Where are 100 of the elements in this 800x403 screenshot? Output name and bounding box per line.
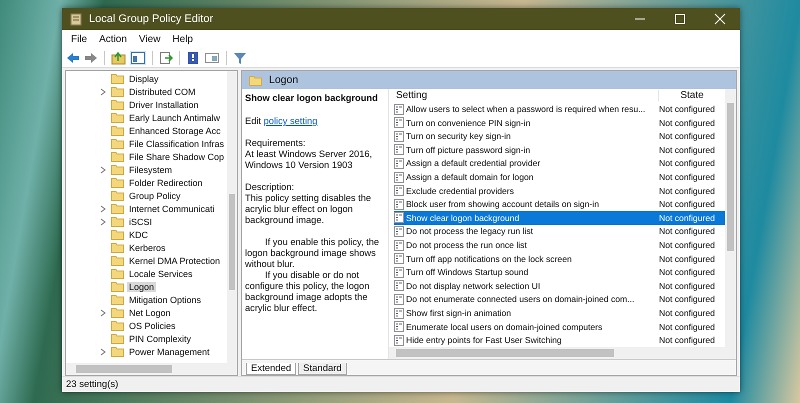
policy-icon xyxy=(394,226,404,237)
properties-view-icon[interactable] xyxy=(204,50,220,64)
menu-item[interactable]: File xyxy=(65,34,94,44)
table-row[interactable]: Exclude credential providers Not configured xyxy=(394,184,725,198)
folder-icon xyxy=(111,138,124,149)
requirements-label: Requirements: xyxy=(245,138,306,149)
table-row[interactable]: Do not process the legacy run list Not configured xyxy=(394,224,725,238)
folder-icon xyxy=(111,99,124,110)
column-header[interactable]: Setting xyxy=(396,90,658,102)
tree-item[interactable]: Early Launch Antimalw xyxy=(127,112,222,122)
tree-item[interactable]: OS Policies xyxy=(127,320,178,330)
setting-state: Not configured xyxy=(659,322,716,332)
tree-item[interactable]: Driver Installation xyxy=(127,100,201,110)
tree-item[interactable]: Folder Redirection xyxy=(127,178,205,188)
chevron-right-icon[interactable] xyxy=(100,166,106,174)
table-row[interactable]: Block user from showing account details on sign-in Not configured xyxy=(394,197,725,212)
export-list-icon[interactable] xyxy=(159,50,173,64)
description-text: This policy setting disables the acrylic blur effect on logon background image. xyxy=(245,193,372,226)
folder-icon xyxy=(111,112,124,123)
table-row[interactable]: Turn off app notifications on the lock screen Not configured xyxy=(394,252,725,266)
policy-setting-link[interactable]: policy setting xyxy=(264,116,318,126)
horizontal-scrollbar[interactable] xyxy=(389,347,725,359)
folder-up-icon[interactable] xyxy=(111,50,126,64)
tree-item[interactable]: KDC xyxy=(127,230,150,240)
tree-item[interactable]: PIN Complexity xyxy=(127,334,194,344)
table-row[interactable]: Do not enumerate connected users on domain-joined com... Not configured xyxy=(394,292,725,306)
setting-state: Not configured xyxy=(659,226,716,236)
tree-item[interactable]: iSCSI xyxy=(127,216,154,226)
tree-item[interactable]: Net Logon xyxy=(127,308,173,318)
policy-icon xyxy=(394,185,404,196)
table-row[interactable]: Enumerate local users on domain-joined computers Not configured xyxy=(394,320,725,334)
policy-icon xyxy=(394,253,404,264)
folder-icon xyxy=(111,73,124,84)
policy-icon xyxy=(394,308,404,319)
tree-toggle-icon[interactable] xyxy=(130,50,146,64)
folder-icon xyxy=(111,125,124,136)
table-row[interactable]: Assign a default domain for logon Not configured xyxy=(394,170,725,184)
tree-item[interactable]: Display xyxy=(127,74,161,84)
table-row[interactable]: Turn on security key sign-in Not configured xyxy=(394,130,725,144)
tree-item[interactable]: Locale Services xyxy=(127,268,195,278)
setting-state: Not configured xyxy=(659,308,716,318)
setting-name: Do not process the run once list xyxy=(406,240,528,250)
table-row[interactable]: Turn on convenience PIN sign-in Not configured xyxy=(394,116,725,130)
tree-item[interactable]: Filesystem xyxy=(127,164,174,174)
folder-icon xyxy=(111,255,124,266)
folder-icon xyxy=(111,203,124,214)
table-row[interactable]: Turn off picture password sign-in Not configured xyxy=(394,143,725,157)
setting-name: Enumerate local users on domain-joined computers xyxy=(406,322,604,332)
policy-icon xyxy=(394,266,404,278)
table-row[interactable]: Show clear logon background Not configured xyxy=(394,211,725,225)
menu-item[interactable]: Action xyxy=(93,34,133,44)
table-row[interactable]: Allow users to select when a password is required when resu... Not configured xyxy=(394,102,725,116)
tree-item[interactable]: Power Management xyxy=(127,346,212,356)
view-tab[interactable]: Standard xyxy=(298,363,347,375)
table-row[interactable]: Do not process the run once list Not configured xyxy=(394,238,725,252)
policy-icon xyxy=(394,198,404,210)
tree-item[interactable]: File Share Shadow Cop xyxy=(127,152,226,162)
policy-icon xyxy=(394,280,404,292)
view-tab[interactable]: Extended xyxy=(246,363,296,375)
policy-icon xyxy=(394,294,404,305)
tree-item[interactable]: File Classification Infras xyxy=(127,138,226,148)
setting-name: Turn on convenience PIN sign-in xyxy=(406,118,532,128)
setting-state: Not configured xyxy=(659,104,716,114)
tree-item[interactable]: Kerberos xyxy=(127,242,168,252)
forward-arrow-icon[interactable] xyxy=(84,50,98,64)
menu-item[interactable]: View xyxy=(132,34,166,44)
policy-icon xyxy=(394,334,404,346)
folder-icon xyxy=(111,177,124,188)
vertical-scrollbar[interactable] xyxy=(725,89,736,359)
table-row[interactable]: Assign a default credential provider Not configured xyxy=(394,156,725,170)
chevron-right-icon[interactable] xyxy=(100,348,106,356)
chevron-right-icon[interactable] xyxy=(100,88,106,96)
setting-state: Not configured xyxy=(659,212,716,223)
menu-item[interactable]: Help xyxy=(166,34,199,44)
folder-icon xyxy=(111,346,124,357)
tree-item[interactable]: Group Policy xyxy=(127,190,183,200)
filter-icon[interactable] xyxy=(233,50,247,64)
chevron-right-icon[interactable] xyxy=(100,308,106,316)
setting-name: Block user from showing account details on sign-in xyxy=(406,199,600,210)
tree-item[interactable]: Mitigation Options xyxy=(127,294,204,304)
setting-name: Show first sign-in animation xyxy=(406,308,512,318)
requirements-text: At least Windows Server 2016, Windows 10 Version 1903 xyxy=(245,149,374,171)
back-arrow-icon[interactable] xyxy=(66,50,80,64)
setting-state: Not configured xyxy=(659,254,716,264)
edit-text: Edit xyxy=(245,116,262,126)
tree-item[interactable]: Distributed COM xyxy=(127,86,198,96)
table-row[interactable]: Hide entry points for Fast User Switching Not configured xyxy=(394,333,725,347)
setting-state: Not configured xyxy=(659,186,716,196)
folder-icon xyxy=(111,307,124,318)
tree-item[interactable]: Kernel DMA Protection xyxy=(127,256,222,266)
table-row[interactable]: Turn off Windows Startup sound Not configured xyxy=(394,265,725,280)
folder-icon xyxy=(111,294,124,305)
setting-state: Not configured xyxy=(659,294,716,304)
tree-item[interactable]: Internet Communicati xyxy=(127,204,217,214)
horizontal-scrollbar[interactable] xyxy=(66,363,237,375)
table-row[interactable]: Show first sign-in animation Not configured xyxy=(394,306,725,320)
tree-item[interactable]: Enhanced Storage Acc xyxy=(127,126,223,136)
vertical-scrollbar[interactable] xyxy=(227,71,237,363)
table-row[interactable]: Do not display network selection UI Not configured xyxy=(394,279,725,293)
tree-item[interactable]: Logon xyxy=(127,282,156,292)
